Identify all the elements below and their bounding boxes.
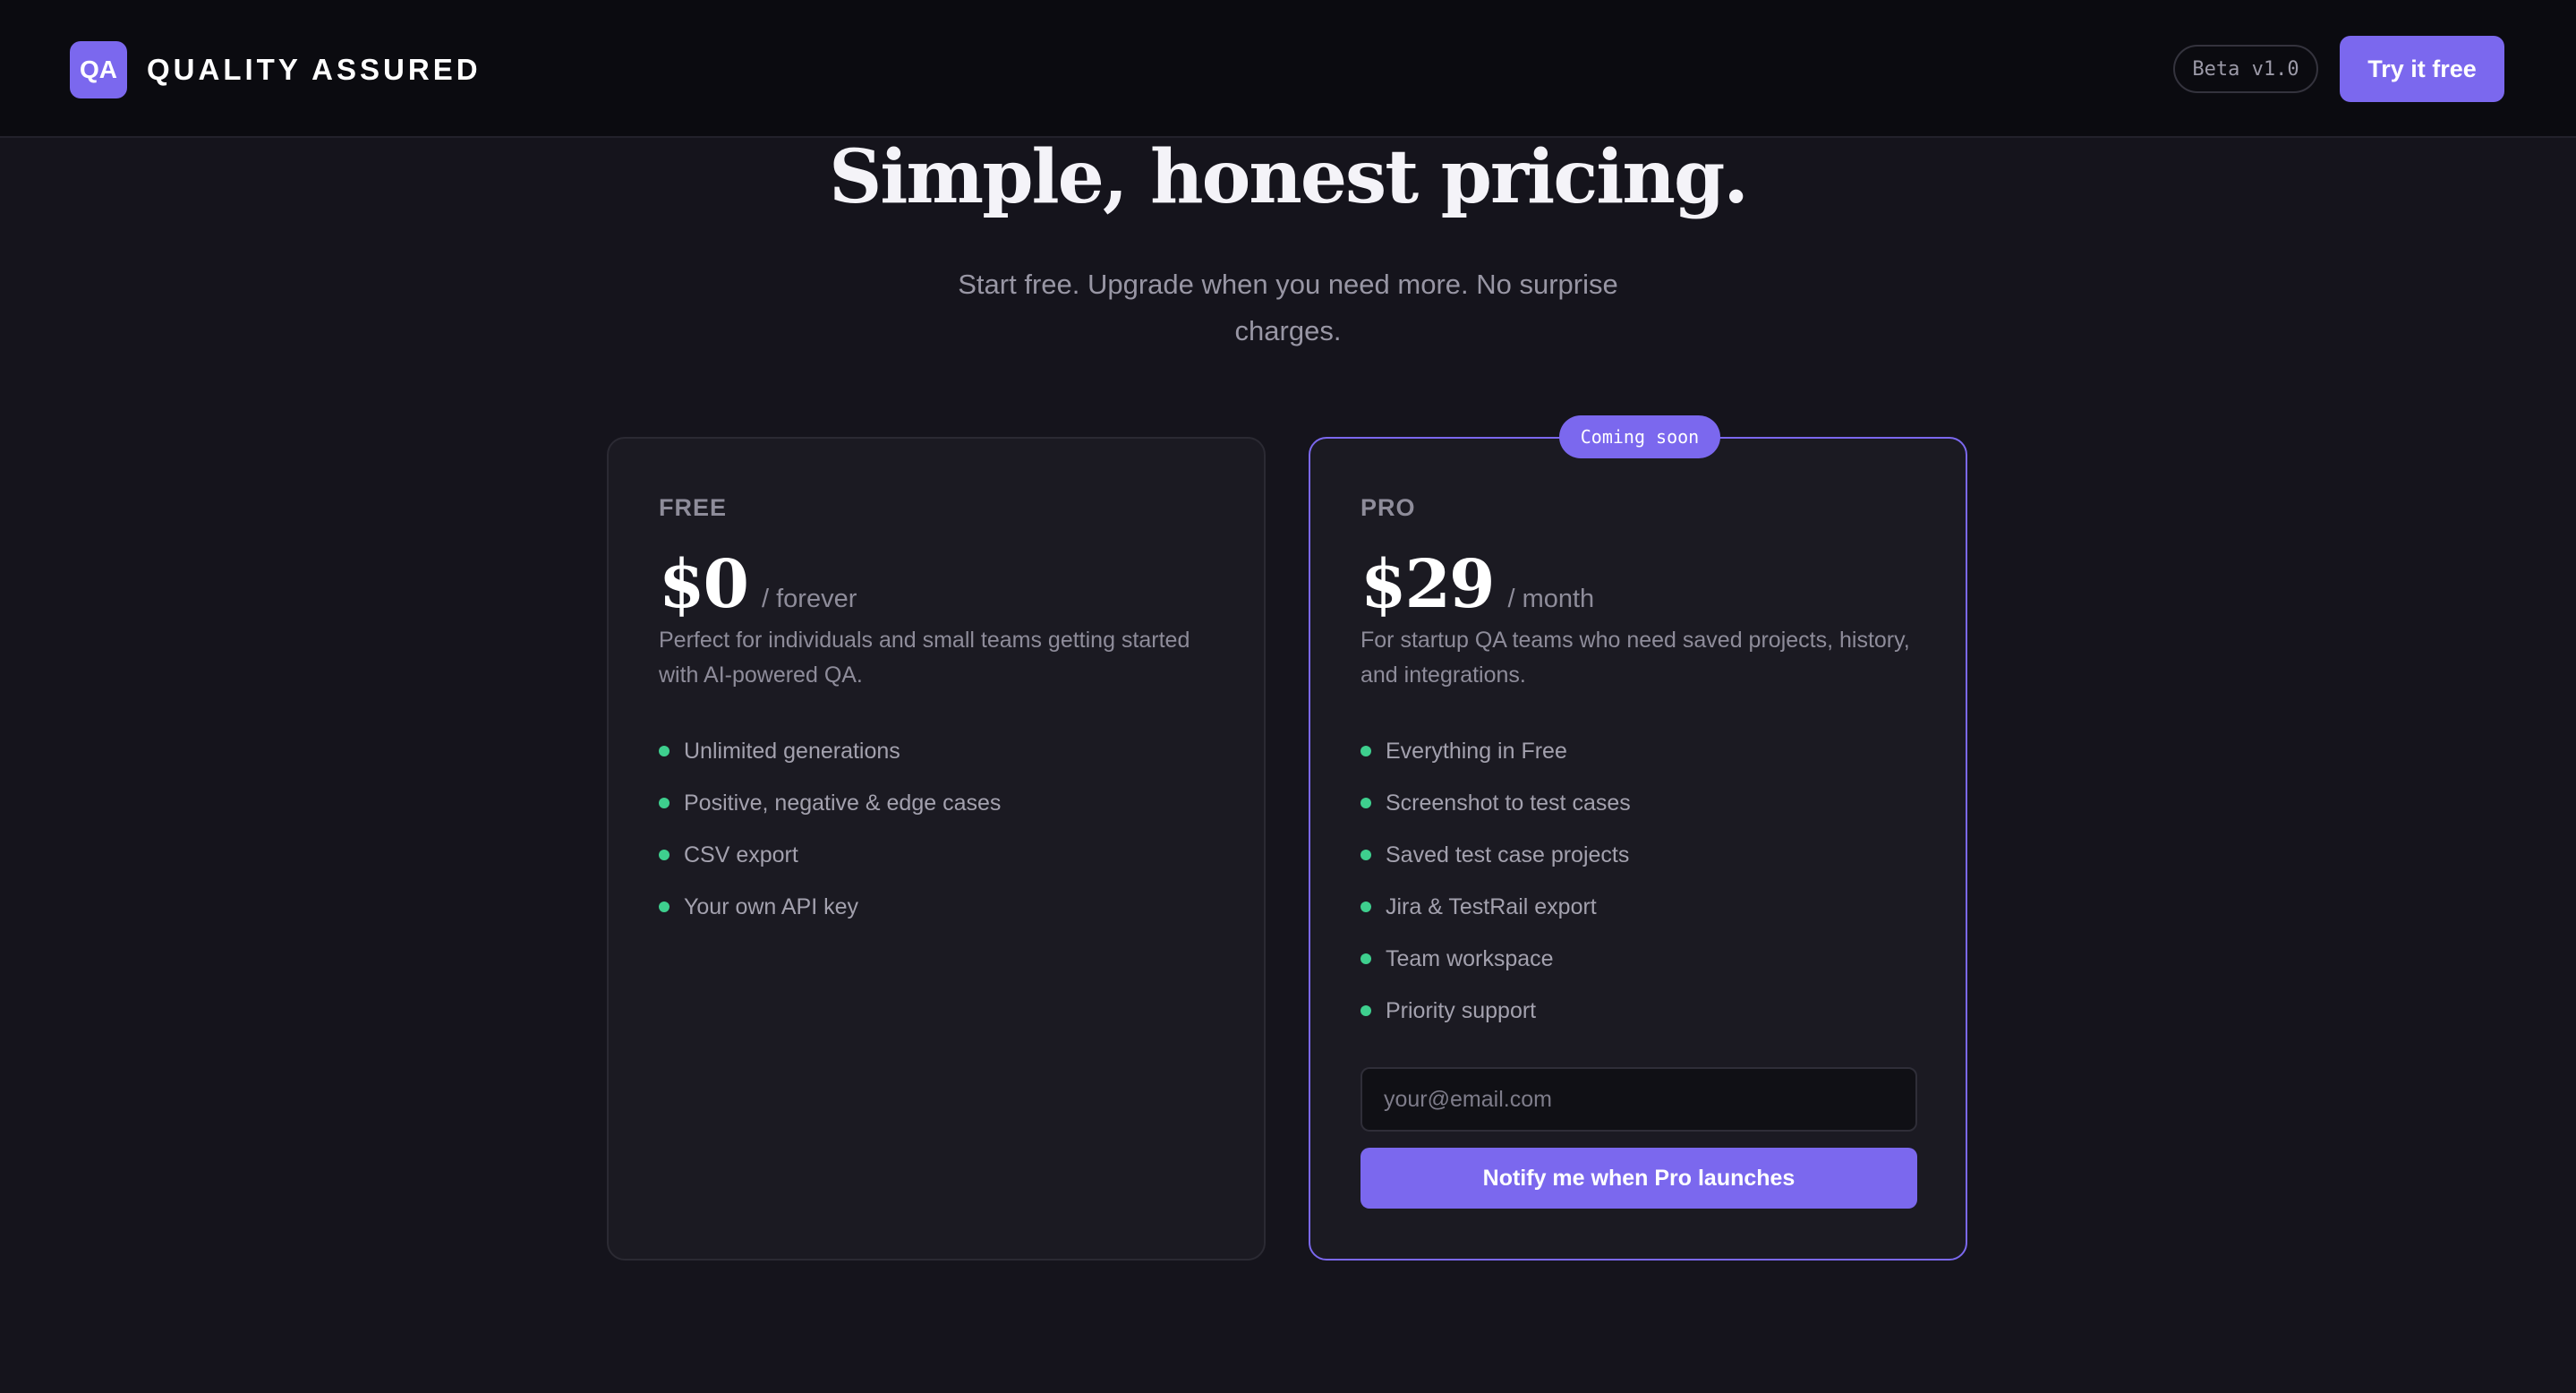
feature-item: Jira & TestRail export xyxy=(1361,881,1631,933)
plan-description: For startup QA teams who need saved proj… xyxy=(1361,628,1910,688)
feature-label: Team workspace xyxy=(1386,945,1554,971)
feature-label: Everything in Free xyxy=(1386,738,1567,764)
feature-item: Positive, negative & edge cases xyxy=(659,777,1001,829)
feature-item: Everything in Free xyxy=(1361,725,1631,777)
coming-soon-badge: Coming soon xyxy=(1559,415,1720,458)
feature-list: Everything in Free Screenshot to test ca… xyxy=(1361,725,1631,1037)
plan-period: / month xyxy=(1507,585,1595,613)
bullet-dot-icon xyxy=(1361,746,1371,756)
bullet-dot-icon xyxy=(659,902,670,912)
feature-label: Screenshot to test cases xyxy=(1386,790,1631,816)
brand[interactable]: QA QUALITY ASSURED xyxy=(70,41,482,98)
page-title: Simple, honest pricing. xyxy=(829,134,1749,220)
plan-price: $29 xyxy=(1361,546,1495,623)
feature-label: Saved test case projects xyxy=(1386,842,1630,867)
feature-item: Screenshot to test cases xyxy=(1361,777,1631,829)
bullet-dot-icon xyxy=(659,850,670,860)
feature-label: Jira & TestRail export xyxy=(1386,893,1597,919)
top-navigation-bar: QA QUALITY ASSURED Beta v1.0 Try it free xyxy=(0,0,2576,138)
page-subtitle: Start free. Upgrade when you need more. … xyxy=(958,269,1618,346)
brand-name: QUALITY ASSURED xyxy=(147,53,482,86)
bullet-dot-icon xyxy=(659,798,670,808)
plan-description: Perfect for individuals and small teams … xyxy=(659,628,1190,688)
bullet-dot-icon xyxy=(1361,850,1371,860)
feature-label: Unlimited generations xyxy=(684,738,900,764)
price-row: $0 / forever xyxy=(659,546,857,623)
plan-name: PRO xyxy=(1361,494,1416,521)
feature-item: Saved test case projects xyxy=(1361,829,1631,881)
bullet-dot-icon xyxy=(1361,1005,1371,1016)
bullet-dot-icon xyxy=(659,746,670,756)
plan-name: FREE xyxy=(659,494,728,521)
logo: QA xyxy=(70,41,127,98)
feature-list: Unlimited generations Positive, negative… xyxy=(659,725,1001,933)
email-field[interactable] xyxy=(1361,1067,1917,1132)
feature-item: Priority support xyxy=(1361,985,1631,1037)
feature-item: CSV export xyxy=(659,829,1001,881)
feature-label: Your own API key xyxy=(684,893,859,919)
price-row: $29 / month xyxy=(1361,546,1594,623)
feature-label: Positive, negative & edge cases xyxy=(684,790,1002,816)
feature-item: Unlimited generations xyxy=(659,725,1001,777)
try-it-free-button[interactable]: Try it free xyxy=(2340,36,2504,102)
notify-pro-launch-button[interactable]: Notify me when Pro launches xyxy=(1361,1148,1917,1209)
bullet-dot-icon xyxy=(1361,953,1371,964)
bullet-dot-icon xyxy=(1361,798,1371,808)
feature-item: Team workspace xyxy=(1361,933,1631,985)
plan-price: $0 xyxy=(659,546,749,623)
feature-label: CSV export xyxy=(684,842,798,867)
version-badge: Beta v1.0 xyxy=(2173,45,2318,93)
plan-period: / forever xyxy=(761,585,857,613)
feature-item: Your own API key xyxy=(659,881,1001,933)
pricing-card-free: FREE $0 / forever Perfect for individual… xyxy=(607,437,1266,1261)
pricing-card-pro: Coming soon PRO $29 / month For startup … xyxy=(1309,415,1967,1261)
feature-label: Priority support xyxy=(1386,997,1537,1023)
bullet-dot-icon xyxy=(1361,902,1371,912)
